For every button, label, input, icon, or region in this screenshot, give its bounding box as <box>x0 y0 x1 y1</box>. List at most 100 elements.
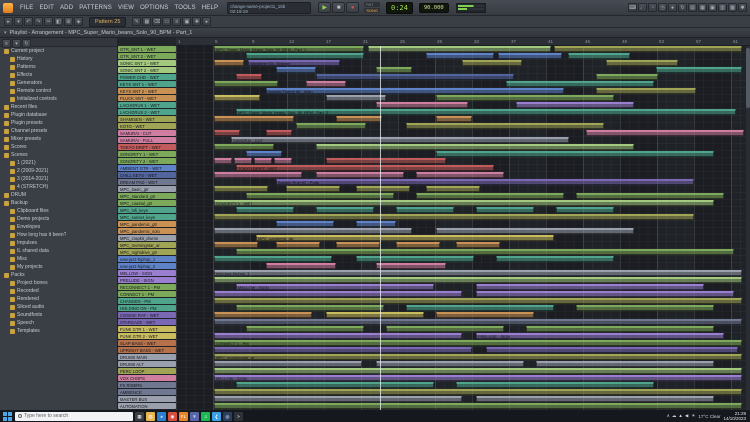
menu-add[interactable]: ADD <box>57 3 76 13</box>
pattern-clip[interactable] <box>406 123 604 129</box>
pattern-clip[interactable] <box>356 256 474 262</box>
pattern-clip[interactable] <box>214 116 294 122</box>
pattern-clip[interactable]: MPC_Super_Mario_beans_Solo_90_BPM - Part… <box>214 46 364 52</box>
pattern-clip[interactable]: Wanderer 53 - Snippet <box>248 60 340 66</box>
select-tool-icon[interactable]: ▣ <box>182 17 191 26</box>
browser-item-3-2014-2021[interactable]: 3 (2014-2021) <box>0 175 117 183</box>
discord-icon[interactable]: ⌾ <box>190 412 199 421</box>
pattern-clip[interactable] <box>266 263 336 269</box>
start-button[interactable] <box>2 411 13 421</box>
pattern-clip[interactable] <box>436 151 714 157</box>
pattern-clip[interactable] <box>556 207 614 213</box>
track-row[interactable]: HOLDING ON - PM <box>118 305 176 312</box>
track-row[interactable]: LACHORUS 2 - WET <box>118 109 176 116</box>
playlist-scrollbar[interactable] <box>746 46 750 410</box>
track-row[interactable]: MPC_lofi_keys <box>118 207 176 214</box>
paste-icon[interactable]: ⊞ <box>64 17 73 26</box>
pattern-clip[interactable]: TOKYO DRIFT - WET <box>236 165 494 171</box>
pattern-clip[interactable] <box>276 242 320 248</box>
menu-edit[interactable]: EDIT <box>36 3 56 13</box>
fl-studio-icon[interactable]: FL <box>179 412 188 421</box>
browser-item-templates[interactable]: Templates <box>0 327 117 335</box>
record-button[interactable]: ● <box>346 2 359 13</box>
code-editor-icon[interactable]: ❮ <box>212 412 221 421</box>
steam-icon[interactable]: ◎ <box>223 412 232 421</box>
pattern-clip[interactable] <box>426 53 494 59</box>
pattern-clip[interactable]: CONNECT 1 - PM <box>214 340 742 346</box>
pattern-clip[interactable] <box>406 305 554 311</box>
track-row[interactable]: PRELUDE - SIGN <box>118 277 176 284</box>
pattern-clip[interactable] <box>286 186 340 192</box>
browser-item-envelopes[interactable]: Envelopes <box>0 223 117 231</box>
track-row[interactable]: DRUMS ALT <box>118 361 176 368</box>
track-row[interactable]: SAMURAI - CUT <box>118 130 176 137</box>
pattern-clip[interactable]: MPC_morningstar_ar <box>214 354 742 360</box>
track-row[interactable]: KEYS SNT 1 - WET <box>118 81 176 88</box>
pattern-clip[interactable] <box>536 361 714 367</box>
pattern-clip[interactable] <box>486 347 738 353</box>
pattern-clip[interactable] <box>596 88 696 94</box>
track-row[interactable]: CHANGES - PM <box>118 298 176 305</box>
metronome-icon[interactable]: ◔ <box>648 3 657 12</box>
cut-icon[interactable]: ✂ <box>44 17 53 26</box>
playlist-menu-icon[interactable]: ▾ <box>4 30 7 36</box>
countdown-icon[interactable]: ● <box>668 3 677 12</box>
pattern-clip[interactable] <box>356 186 410 192</box>
track-row[interactable]: STARGAZE - WET <box>118 319 176 326</box>
pattern-clip[interactable] <box>596 74 658 80</box>
mixer-icon[interactable]: ▥ <box>718 3 727 12</box>
browser-item-soundfonts[interactable]: Soundfonts <box>0 311 117 319</box>
pattern-clip[interactable] <box>476 284 704 290</box>
taskbar-clock[interactable]: 21:29 14/10/2023 <box>723 411 746 421</box>
pattern-clip[interactable] <box>214 256 332 262</box>
song-mode-label[interactable]: SONG <box>364 8 380 13</box>
pattern-clip[interactable] <box>416 193 564 199</box>
track-row[interactable]: MPC_pandemic_gtr <box>118 221 176 228</box>
timeline-ruler[interactable]: 15913172125293337414549535761 <box>176 38 750 46</box>
track-row[interactable]: MPC_pandemic_solo <box>118 228 176 235</box>
browser-item-demo-projects[interactable]: Demo projects <box>0 215 117 223</box>
file-explorer-icon[interactable]: ▨ <box>146 412 155 421</box>
browser-item-il-shared-data[interactable]: IL shared data <box>0 247 117 255</box>
track-row[interactable]: VOX CHOPS <box>118 375 176 382</box>
taskbar-search[interactable]: Type here to search <box>15 412 133 421</box>
pattern-clip[interactable] <box>436 95 614 101</box>
track-row[interactable]: MPC_standard_gtr <box>118 193 176 200</box>
track-row[interactable]: SONIC SNT 1 - WET <box>118 60 176 67</box>
pattern-clip[interactable]: PRELUDE - SIGN <box>476 333 724 339</box>
pattern-clip[interactable] <box>214 396 462 402</box>
chrome-browser-icon[interactable]: ◉ <box>168 412 177 421</box>
pat-mode-label[interactable]: PAT <box>364 2 380 7</box>
browser-item-1-2021[interactable]: 1 (2021) <box>0 159 117 167</box>
tempo-display[interactable]: 90.000 <box>419 3 449 13</box>
browser-collapse-icon[interactable]: ▾ <box>12 39 21 48</box>
browser-item-speech[interactable]: Speech <box>0 319 117 327</box>
track-row[interactable]: AMBIENT GTR - WET <box>118 165 176 172</box>
track-row[interactable]: new-jazz-hiphop_1 <box>118 256 176 263</box>
pattern-clip[interactable] <box>214 172 302 178</box>
onedrive-icon[interactable]: ☁ <box>672 413 677 419</box>
pattern-clip[interactable] <box>436 228 634 234</box>
track-row[interactable]: UPRIGHT BASS - WET <box>118 347 176 354</box>
settings-icon[interactable]: ✱ <box>738 3 747 12</box>
browser-item-mixer-presets[interactable]: Mixer presets <box>0 135 117 143</box>
track-row[interactable]: AMBIENCE <box>118 389 176 396</box>
pattern-clip[interactable] <box>234 158 252 164</box>
playlist-icon[interactable]: ▤ <box>688 3 697 12</box>
track-row[interactable]: MPC_coastal_gtr <box>118 200 176 207</box>
browser-item-rendered[interactable]: Rendered <box>0 295 117 303</box>
pattern-clip[interactable] <box>214 186 268 192</box>
track-row[interactable]: MPC_nightdrive_gtr <box>118 249 176 256</box>
pattern-clip[interactable] <box>254 158 272 164</box>
wait-for-input-icon[interactable]: ◷ <box>658 3 667 12</box>
pattern-clip[interactable] <box>368 46 551 52</box>
track-row[interactable]: FX RISERS <box>118 382 176 389</box>
play-button[interactable]: ▶ <box>318 2 331 13</box>
pattern-clip[interactable]: SONORITY 1 - WET <box>214 200 714 206</box>
track-row[interactable]: POWER CHD - WET <box>118 74 176 81</box>
track-row[interactable]: MASTER BUS <box>118 396 176 403</box>
pattern-clip[interactable] <box>236 74 262 80</box>
pattern-clip[interactable] <box>214 81 278 87</box>
pattern-clip[interactable] <box>236 249 734 255</box>
zoom-tool-icon[interactable]: ✚ <box>192 17 201 26</box>
